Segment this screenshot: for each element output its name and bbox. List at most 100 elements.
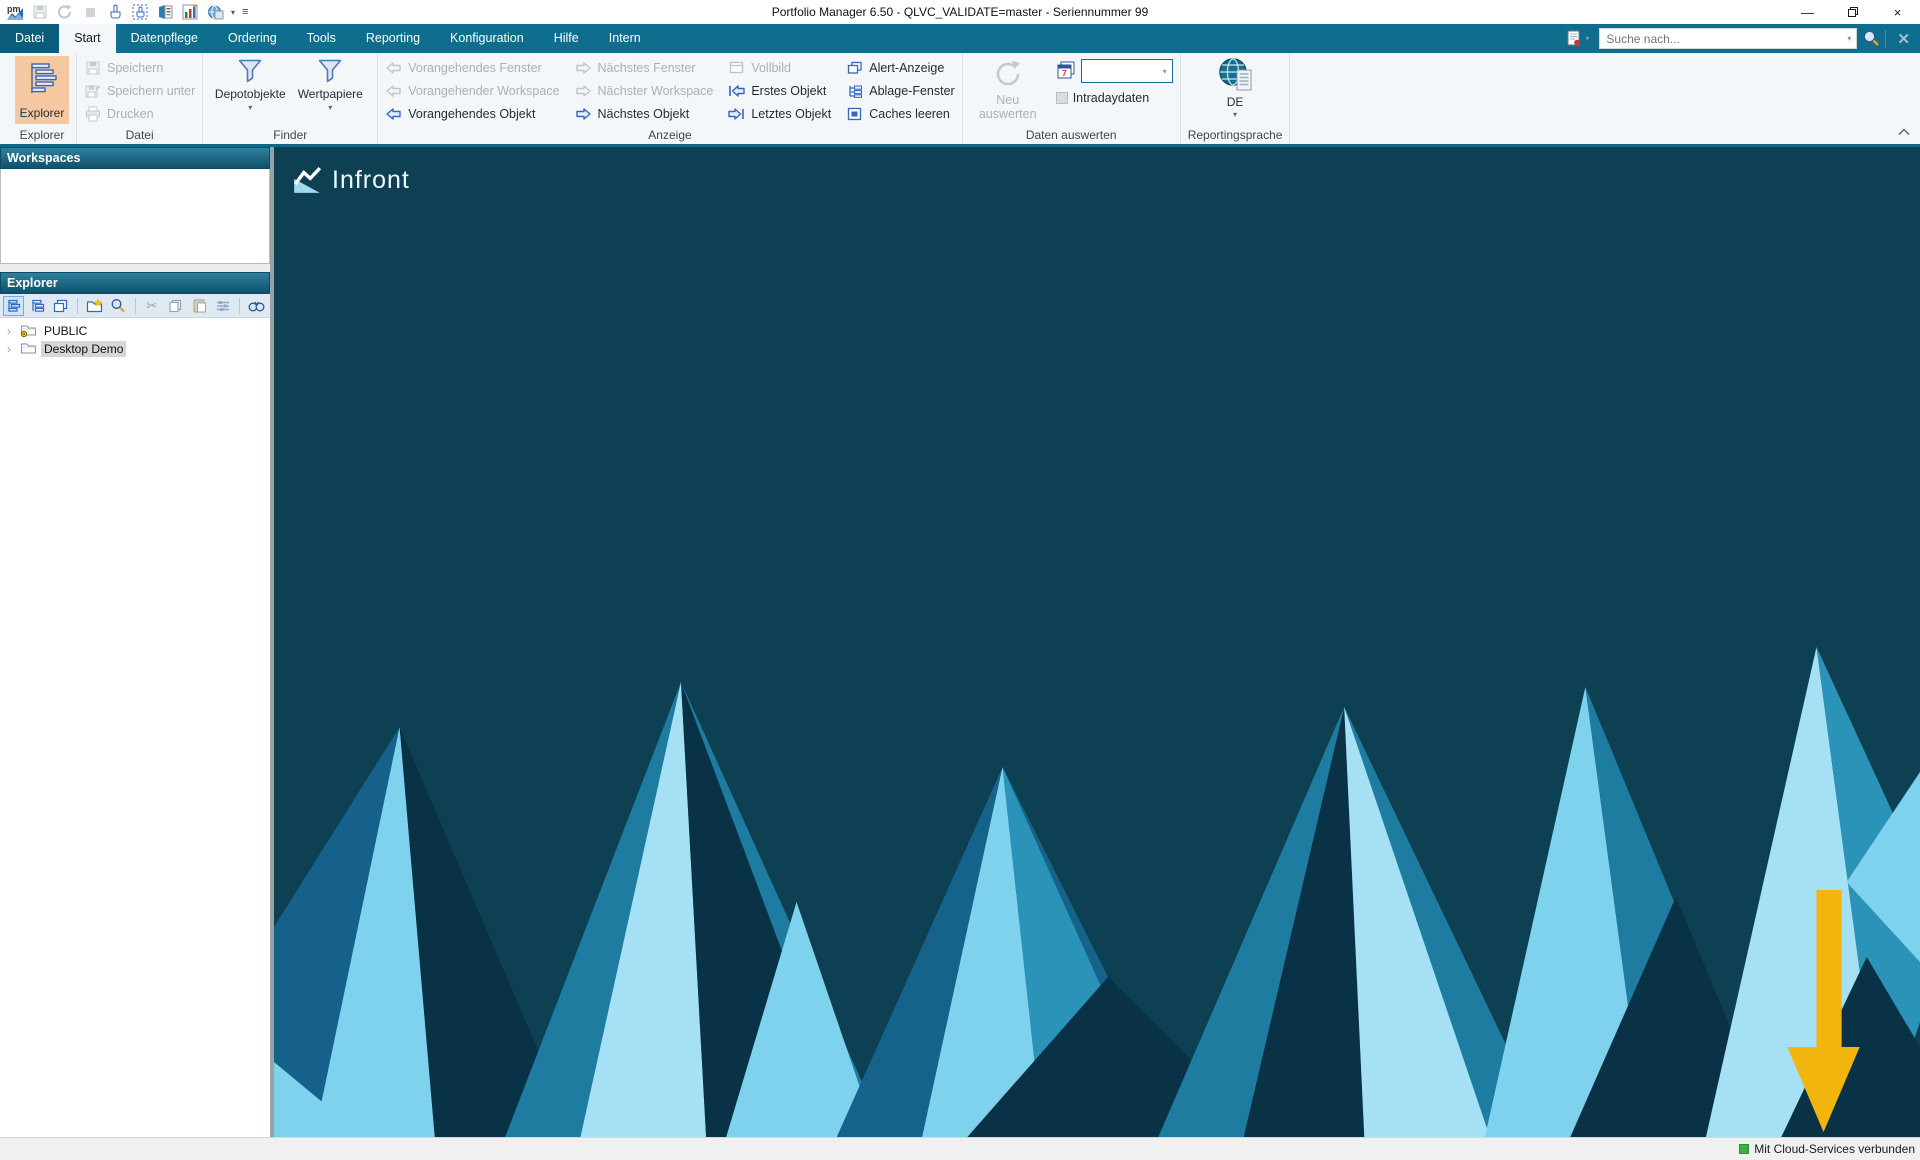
search-box: ▾ [1599, 28, 1857, 49]
duplicate-icon[interactable] [50, 296, 71, 316]
vollbild-button[interactable]: Vollbild [728, 56, 831, 79]
letztes-objekt-button[interactable]: Letztes Objekt [728, 102, 831, 125]
combo-caret-icon: ▾ [1163, 67, 1172, 76]
search-scope-caret-icon: ▾ [1585, 34, 1594, 43]
search-icon[interactable] [1862, 30, 1880, 48]
close-button[interactable]: × [1875, 0, 1920, 24]
vorangehendes-fenster-button[interactable]: Vorangehendes Fenster [385, 56, 559, 79]
explorer-button[interactable]: Explorer [15, 56, 69, 124]
arrow-left-icon [385, 61, 402, 75]
ribbon-group-daten-auswerten: Neu auswerten 7 ▾ Intradaydaten [963, 53, 1181, 144]
workspaces-panel-body[interactable] [0, 169, 270, 264]
web-report-icon[interactable] [206, 3, 224, 21]
ablage-fenster-button[interactable]: Ablage-Fenster [846, 79, 954, 102]
explorer-icon [25, 61, 59, 97]
search-scope-button[interactable]: ▾ [1565, 30, 1594, 48]
search-icon[interactable] [108, 296, 129, 316]
find-icon[interactable] [246, 296, 267, 316]
report-icon[interactable] [156, 3, 174, 21]
printer-icon [84, 106, 101, 122]
wertpapiere-button[interactable]: Wertpapiere ▾ [290, 56, 370, 112]
erstes-objekt-button[interactable]: Erstes Objekt [728, 79, 831, 102]
chart-icon[interactable] [181, 3, 199, 21]
caches-leeren-button[interactable]: Caches leeren [846, 102, 954, 125]
main-workspace: Infront [274, 147, 1920, 1137]
filter-settings-icon[interactable] [213, 296, 234, 316]
tree-item-desktop-demo[interactable]: › Desktop Demo [0, 340, 270, 358]
ribbon-group-reportingsprache: DE ▾ Reportingsprache [1181, 53, 1291, 144]
stop-icon[interactable] [81, 3, 99, 21]
toolbar-customize-icon[interactable]: ≡ [242, 6, 248, 18]
speichern-button[interactable]: Speichern [84, 56, 195, 79]
depotobjekte-button[interactable]: Depotobjekte ▾ [210, 56, 290, 112]
sidebar: Workspaces Explorer ✂ [0, 147, 274, 1137]
tab-konfiguration[interactable]: Konfiguration [435, 24, 539, 53]
cloud-connected-icon [1739, 1144, 1749, 1154]
tab-reporting[interactable]: Reporting [351, 24, 435, 53]
restore-button[interactable] [1830, 0, 1875, 24]
paste-icon[interactable] [189, 296, 210, 316]
alert-window-icon [846, 61, 863, 75]
speichern-unter-button[interactable]: Speichern unter [84, 79, 195, 102]
vorangehender-workspace-button[interactable]: Vorangehender Workspace [385, 79, 559, 102]
window-title: Portfolio Manager 6.50 - QLVC_VALIDATE=m… [0, 5, 1920, 19]
tab-intern[interactable]: Intern [594, 24, 656, 53]
cut-icon[interactable]: ✂ [142, 296, 163, 316]
save-icon[interactable] [31, 3, 49, 21]
refresh-icon [992, 58, 1024, 90]
naechstes-objekt-button[interactable]: Nächstes Objekt [575, 102, 714, 125]
divider [77, 298, 78, 314]
tree-item-public[interactable]: › PUBLIC [0, 322, 270, 340]
search-input[interactable] [1600, 32, 1847, 46]
minimize-button[interactable]: — [1785, 0, 1830, 24]
group-label-anzeige: Anzeige [385, 128, 954, 144]
copy-icon[interactable] [165, 296, 186, 316]
search-caret-icon[interactable]: ▾ [1847, 34, 1856, 43]
naechstes-fenster-button[interactable]: Nächstes Fenster [575, 56, 714, 79]
workspaces-panel-header[interactable]: Workspaces [0, 147, 270, 169]
reportingsprache-button[interactable]: DE ▾ [1192, 56, 1278, 119]
new-folder-icon[interactable] [84, 296, 105, 316]
dropdown-caret-icon: ▾ [328, 103, 332, 112]
naechster-workspace-button[interactable]: Nächster Workspace [575, 79, 714, 102]
drucken-button[interactable]: Drucken [84, 102, 195, 125]
status-bar: Mit Cloud-Services verbunden [0, 1137, 1920, 1160]
auswertung-datum-combobox[interactable]: ▾ [1081, 59, 1173, 83]
tab-tools[interactable]: Tools [292, 24, 351, 53]
alert-anzeige-button[interactable]: Alert-Anzeige [846, 56, 954, 79]
list-view-icon[interactable] [27, 296, 48, 316]
group-label-reportingsprache: Reportingsprache [1188, 128, 1283, 144]
quick-access-dropdown-icon[interactable]: ▾ [231, 8, 235, 17]
tab-ordering[interactable]: Ordering [213, 24, 292, 53]
ribbon-group-datei: Speichern Speichern unter Drucken Datei [77, 53, 203, 144]
dropdown-caret-icon: ▾ [248, 103, 252, 112]
tab-start[interactable]: Start [59, 24, 115, 53]
arrow-first-icon [728, 84, 745, 98]
title-bar: pm ▾ ≡ Portfolio Manager 6.50 - QLVC_VAL… [0, 0, 1920, 24]
globe-document-icon [1215, 56, 1255, 94]
explorer-tree: › PUBLIC › Desktop Demo [0, 318, 270, 1137]
tab-hilfe[interactable]: Hilfe [539, 24, 594, 53]
expander-icon[interactable]: › [7, 322, 16, 340]
neu-auswerten-button[interactable]: Neu auswerten [970, 56, 1046, 121]
ribbon-collapse-icon[interactable] [1897, 125, 1911, 139]
tab-datenpflege[interactable]: Datenpflege [116, 24, 213, 53]
group-label-datei: Datei [84, 128, 195, 144]
funnel-icon [237, 58, 264, 85]
infront-logo-icon [292, 165, 322, 195]
intradaydaten-checkbox[interactable] [1056, 92, 1068, 104]
explorer-panel-header[interactable]: Explorer [0, 272, 270, 294]
search-close-icon[interactable]: ✕ [1891, 30, 1916, 48]
expander-icon[interactable]: › [7, 340, 16, 358]
window-icon [728, 61, 745, 74]
arrow-last-icon [728, 107, 745, 121]
redo-icon[interactable] [56, 3, 74, 21]
save-as-icon [84, 83, 101, 99]
select-mode-icon[interactable] [106, 3, 124, 21]
multi-select-mode-icon[interactable] [131, 3, 149, 21]
explorer-toolbar: ✂ [0, 294, 270, 318]
vorangehendes-objekt-button[interactable]: Vorangehendes Objekt [385, 102, 559, 125]
tree-view-icon[interactable] [3, 296, 24, 316]
auswertung-datum-input[interactable] [1093, 61, 1163, 81]
tab-datei[interactable]: Datei [0, 24, 59, 53]
